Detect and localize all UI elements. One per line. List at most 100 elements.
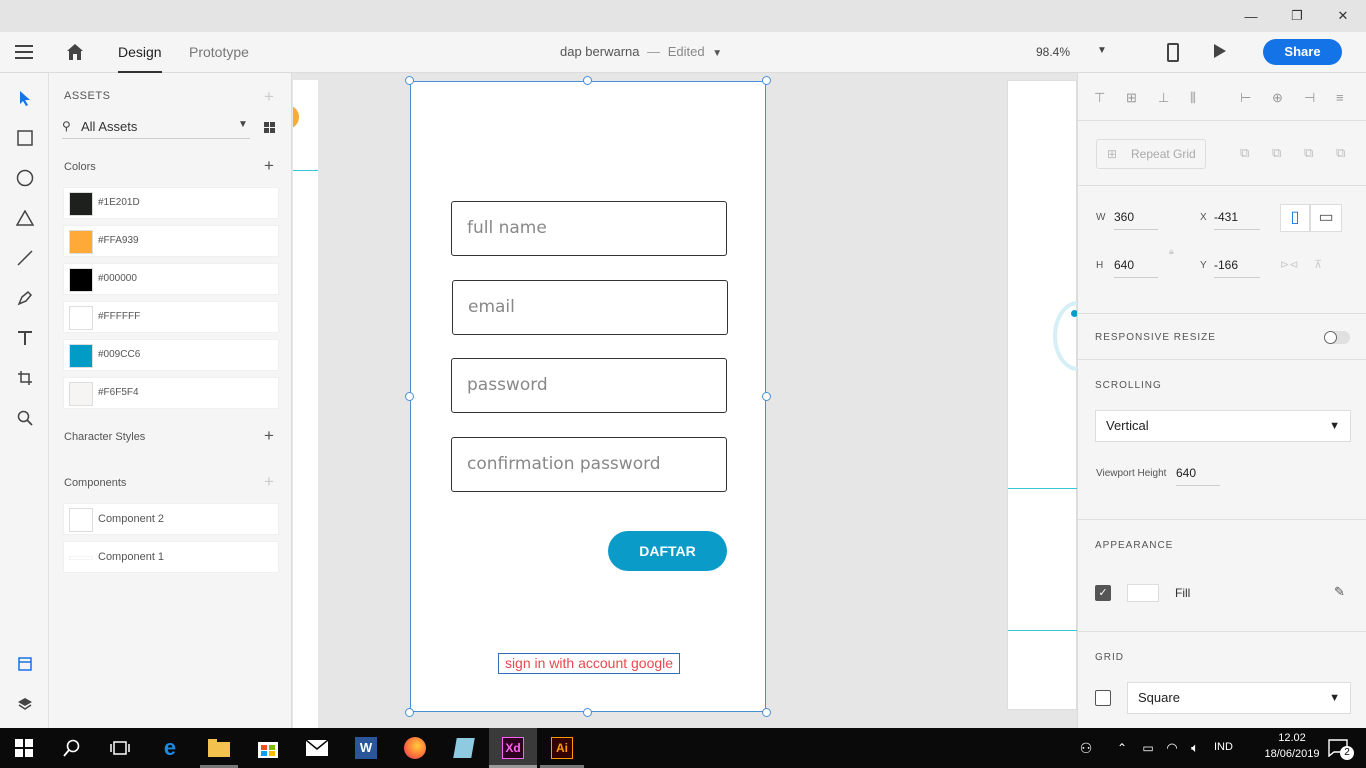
resize-handle[interactable] xyxy=(583,708,592,717)
align-left-icon[interactable]: ⊢ xyxy=(1240,90,1251,106)
play-icon[interactable] xyxy=(1213,43,1227,64)
rectangle-tool-icon[interactable] xyxy=(12,125,38,151)
width-input[interactable]: 360 xyxy=(1114,204,1158,230)
line-tool-icon[interactable] xyxy=(12,245,38,271)
edge-browser-icon[interactable]: e xyxy=(146,728,194,768)
align-center-icon[interactable]: ⊕ xyxy=(1272,90,1283,106)
word-icon[interactable]: W xyxy=(342,728,390,768)
tab-prototype[interactable]: Prototype xyxy=(189,32,249,73)
x-input[interactable]: -431 xyxy=(1214,204,1260,230)
add-component-icon[interactable]: + xyxy=(262,473,276,490)
fill-color-swatch[interactable] xyxy=(1127,584,1159,602)
add-color-icon[interactable]: + xyxy=(262,157,276,174)
distribute-vertical-icon[interactable]: ⫼ xyxy=(1190,90,1196,106)
boolean-subtract-icon[interactable]: ⧉ xyxy=(1272,145,1281,161)
full-name-field[interactable]: full name xyxy=(451,201,727,256)
google-sign-in-link[interactable]: sign in with account google xyxy=(498,653,680,674)
align-right-icon[interactable]: ⊣ xyxy=(1304,90,1315,106)
close-button[interactable]: ✕ xyxy=(1320,0,1366,32)
store-icon[interactable] xyxy=(244,728,292,768)
repeat-grid-button[interactable]: ⊞ Repeat Grid xyxy=(1096,139,1206,169)
zoom-tool-icon[interactable] xyxy=(12,405,38,431)
firefox-icon[interactable] xyxy=(391,728,439,768)
landscape-icon[interactable]: ▭ xyxy=(1310,204,1342,232)
adobe-illustrator-icon[interactable]: Ai xyxy=(538,728,586,768)
password-field[interactable]: password xyxy=(451,358,727,413)
file-explorer-icon[interactable] xyxy=(195,728,243,768)
boolean-exclude-icon[interactable]: ⧉ xyxy=(1336,145,1345,161)
people-icon[interactable]: ⚇ xyxy=(1068,728,1104,768)
viewport-height-input[interactable]: 640 xyxy=(1176,460,1220,486)
align-middle-icon[interactable]: ⊞ xyxy=(1126,90,1137,106)
minimize-button[interactable]: — xyxy=(1228,0,1274,32)
color-swatch-row[interactable]: #FFFFFF xyxy=(63,301,279,333)
design-canvas[interactable]: full name email password confirmation pa… xyxy=(293,73,1077,728)
resize-handle[interactable] xyxy=(405,76,414,85)
color-swatch-row[interactable]: #000000 xyxy=(63,263,279,295)
artboard-tool-icon[interactable] xyxy=(12,365,38,391)
ellipse-tool-icon[interactable] xyxy=(12,165,38,191)
document-title[interactable]: dap berwarna — Edited ▼ xyxy=(560,32,722,73)
portrait-icon[interactable]: ▯ xyxy=(1280,204,1310,232)
task-view-icon[interactable] xyxy=(96,728,144,768)
pen-tool-icon[interactable] xyxy=(12,285,38,311)
flip-horizontal-icon[interactable]: ⊳⊲ xyxy=(1280,258,1298,271)
assets-filter-dropdown[interactable]: ⚲ All Assets ▼ xyxy=(62,115,250,139)
wifi-icon[interactable]: ◠ xyxy=(1160,728,1184,768)
polygon-tool-icon[interactable] xyxy=(12,205,38,231)
tab-design[interactable]: Design xyxy=(118,32,162,73)
flip-vertical-icon[interactable]: ⊼ xyxy=(1314,258,1322,271)
resize-handle[interactable] xyxy=(405,708,414,717)
component-row[interactable]: Component 1 xyxy=(63,541,279,573)
resize-handle[interactable] xyxy=(405,392,414,401)
y-input[interactable]: -166 xyxy=(1214,252,1260,278)
select-tool-icon[interactable] xyxy=(12,85,38,111)
lock-ratio-icon[interactable]: 🔒︎ xyxy=(1169,246,1174,257)
boolean-add-icon[interactable]: ⧉ xyxy=(1240,145,1249,161)
device-preview-icon[interactable] xyxy=(1167,43,1179,62)
resize-handle[interactable] xyxy=(762,708,771,717)
color-swatch-row[interactable]: #F6F5F4 xyxy=(63,377,279,409)
color-swatch-row[interactable]: #1E201D xyxy=(63,187,279,219)
mail-icon[interactable] xyxy=(293,728,341,768)
color-swatch-row[interactable]: #009CC6 xyxy=(63,339,279,371)
clock-date[interactable]: 18/06/2019 xyxy=(1260,748,1324,760)
chevron-up-icon[interactable]: ⌃ xyxy=(1108,728,1136,768)
home-icon[interactable] xyxy=(66,43,84,61)
battery-icon[interactable]: ▭ xyxy=(1136,728,1160,768)
share-button[interactable]: Share xyxy=(1263,39,1342,65)
zoom-level[interactable]: 98.4% xyxy=(1036,32,1070,73)
daftar-button[interactable]: DAFTAR xyxy=(608,531,727,571)
notes-app-icon[interactable] xyxy=(440,728,488,768)
align-bottom-icon[interactable]: ⊥ xyxy=(1158,90,1169,106)
boolean-intersect-icon[interactable]: ⧉ xyxy=(1304,145,1313,161)
resize-handle[interactable] xyxy=(762,76,771,85)
hamburger-icon[interactable] xyxy=(15,44,33,60)
search-icon[interactable] xyxy=(48,728,96,768)
grid-checkbox[interactable] xyxy=(1095,690,1111,706)
text-tool-icon[interactable] xyxy=(12,325,38,351)
add-asset-icon[interactable]: + xyxy=(262,88,276,105)
volume-icon[interactable]: 🔈︎ xyxy=(1183,728,1207,768)
grid-type-dropdown[interactable]: Square ▼ xyxy=(1127,682,1351,714)
windows-start-icon[interactable] xyxy=(0,728,48,768)
scrolling-dropdown[interactable]: Vertical ▼ xyxy=(1095,410,1351,442)
artboard-register[interactable]: full name email password confirmation pa… xyxy=(410,81,766,712)
eyedropper-icon[interactable]: ✎ xyxy=(1334,584,1345,600)
right-artboard[interactable] xyxy=(1007,80,1077,710)
component-row[interactable]: Component 2 xyxy=(63,503,279,535)
language-indicator[interactable]: IND xyxy=(1214,741,1233,753)
align-top-icon[interactable]: ⊤ xyxy=(1094,90,1105,106)
layers-icon[interactable] xyxy=(12,691,38,717)
assets-panel-icon[interactable] xyxy=(12,651,38,677)
resize-handle[interactable] xyxy=(762,392,771,401)
height-input[interactable]: 640 xyxy=(1114,252,1158,278)
add-character-style-icon[interactable]: + xyxy=(262,427,276,444)
zoom-chevron-icon[interactable]: ▼ xyxy=(1097,45,1107,56)
adobe-xd-icon[interactable]: Xd xyxy=(489,728,537,768)
responsive-resize-toggle[interactable] xyxy=(1324,331,1350,344)
resize-handle[interactable] xyxy=(583,76,592,85)
notification-icon[interactable]: 2 xyxy=(1318,728,1358,768)
distribute-horizontal-icon[interactable]: ≡ xyxy=(1336,90,1344,105)
clock-time[interactable]: 12.02 xyxy=(1260,732,1324,744)
